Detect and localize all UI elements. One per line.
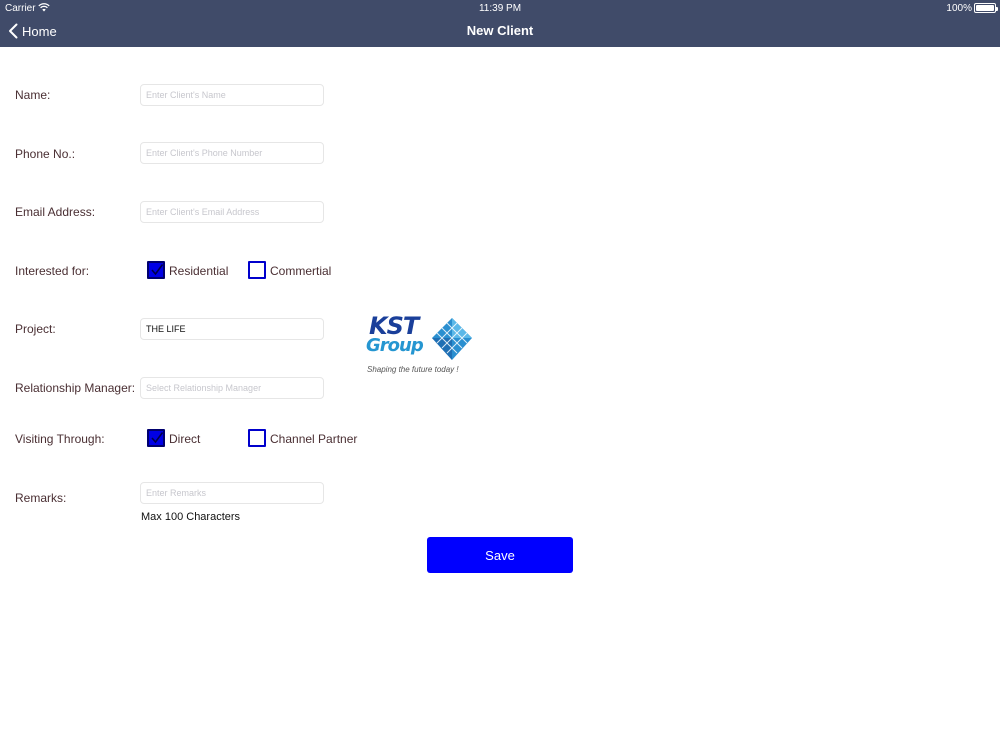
project-label: Project: [15, 322, 56, 336]
commertial-label: Commertial [270, 264, 332, 278]
channel-partner-checkbox[interactable] [248, 429, 266, 447]
page-title: New Client [466, 23, 534, 38]
battery-percent: 100% [946, 3, 972, 14]
visiting-through-label: Visiting Through: [15, 432, 105, 446]
direct-checkbox[interactable] [147, 429, 165, 447]
channel-partner-label: Channel Partner [270, 432, 358, 446]
project-input[interactable] [140, 318, 324, 340]
checkmark-icon [151, 264, 164, 276]
name-input[interactable] [140, 84, 324, 106]
kst-group-logo: KST Group Shaping the future today ! [364, 313, 480, 377]
status-time: 11:39 PM [478, 3, 522, 14]
relationship-manager-label: Relationship Manager: [15, 381, 136, 395]
logo-tagline: Shaping the future today ! [367, 365, 459, 374]
save-button[interactable]: Save [427, 537, 573, 573]
residential-checkbox[interactable] [147, 261, 165, 279]
phone-label: Phone No.: [15, 147, 76, 161]
pyramid-icon [432, 318, 472, 360]
direct-label: Direct [169, 432, 201, 446]
remarks-label: Remarks: [15, 491, 67, 505]
battery-icon [974, 3, 998, 13]
status-bar: Carrier 11:39 PM 100% [0, 0, 1000, 16]
interested-for-label: Interested for: [15, 264, 90, 278]
navigation-bar: Carrier 11:39 PM 100% Home New Client [0, 0, 1000, 47]
relationship-manager-select[interactable] [140, 377, 324, 399]
email-label: Email Address: [15, 205, 96, 219]
remarks-hint: Max 100 Characters [141, 511, 241, 523]
email-input[interactable] [140, 201, 324, 223]
residential-label: Residential [169, 264, 229, 278]
remarks-input[interactable] [140, 482, 324, 504]
checkmark-icon [151, 432, 164, 444]
phone-input[interactable] [140, 142, 324, 164]
commertial-checkbox[interactable] [248, 261, 266, 279]
logo-group-text: Group [366, 335, 424, 356]
name-label: Name: [15, 88, 51, 102]
